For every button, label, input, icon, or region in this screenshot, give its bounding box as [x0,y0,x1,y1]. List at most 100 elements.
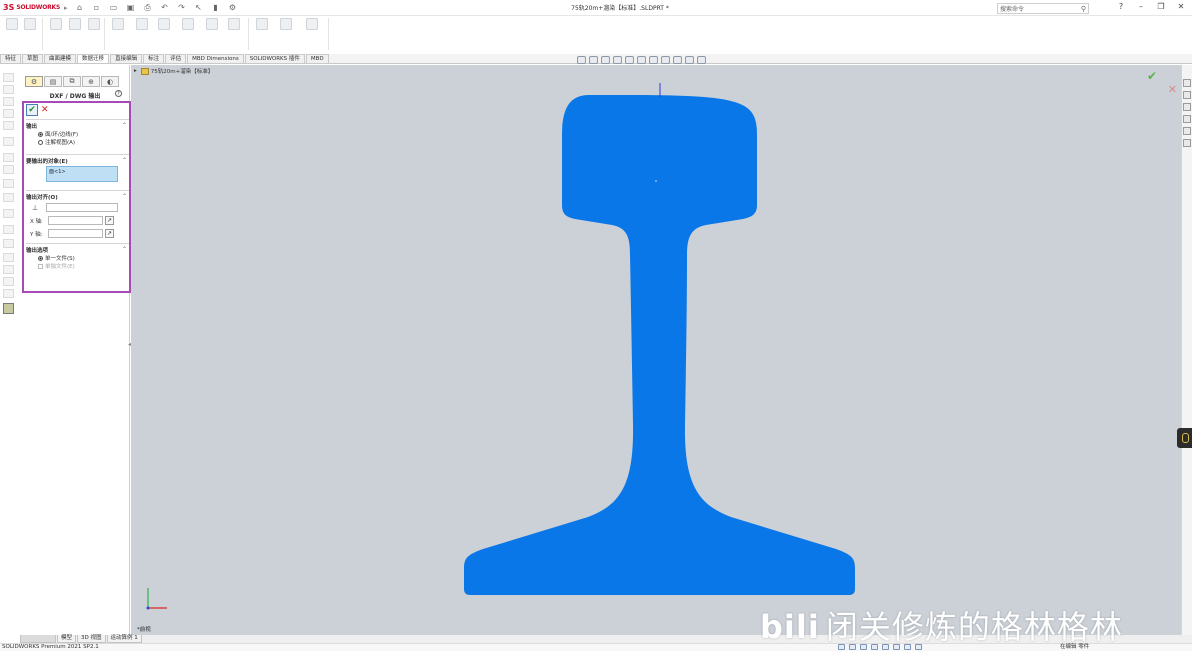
strip-tool-icon[interactable] [3,179,14,188]
command-button[interactable] [86,18,102,30]
tab-6[interactable]: 评估 [165,54,187,63]
search-commands-input[interactable]: 搜索命令 ⚲ [997,3,1089,14]
reverse-y-icon[interactable]: ↗ [105,229,114,238]
rebuild-icon[interactable]: ▮ [210,3,222,12]
strip-tool-icon[interactable] [3,239,14,248]
x-axis-field[interactable] [48,216,103,225]
home-icon[interactable]: ⌂ [74,3,86,12]
tab-3d-views[interactable]: 3D 视图 [77,635,106,643]
tab-3[interactable]: 数据迁移 [77,54,110,63]
file-explorer-icon[interactable] [1183,103,1191,111]
collapse-icon[interactable]: ⌃ [122,157,127,164]
output-option-faces[interactable]: 面/环/边线(F) [38,130,129,138]
tab-1[interactable]: 草图 [22,54,44,63]
restore-icon[interactable]: ❐ [1156,2,1166,11]
mouse-gesture-handle[interactable] [1177,428,1192,448]
command-button[interactable] [48,18,64,30]
open-icon[interactable]: ▭ [108,3,120,12]
apply-scene-icon[interactable] [673,56,682,64]
display-manager-tab[interactable]: ◐ [101,76,119,87]
confirm-cancel-icon[interactable]: ✕ [1168,83,1177,96]
strip-tool-icon[interactable] [3,193,14,202]
strip-tool-icon[interactable] [3,225,14,234]
solidworks-logo[interactable]: 3S SOLIDWORKS [0,3,64,12]
collapse-icon[interactable]: ⌃ [122,193,127,200]
output-option-annotation-view[interactable]: 注解视图(A) [38,138,129,146]
new-icon[interactable]: ▫ [91,3,103,12]
strip-tool-icon[interactable] [3,121,14,130]
edit-appearance-icon[interactable] [661,56,670,64]
strip-tool-icon[interactable] [3,165,14,174]
strip-tool-icon[interactable] [3,97,14,106]
appearances-icon[interactable] [1183,127,1191,135]
radio-faces[interactable] [38,131,43,137]
save-icon[interactable]: ▣ [125,3,137,12]
command-button[interactable] [67,18,83,30]
zoom-area-icon[interactable] [589,56,598,64]
y-axis-field[interactable] [48,229,103,238]
strip-tool-icon[interactable] [3,253,14,262]
origin-field[interactable] [46,203,118,212]
graphics-area[interactable]: ▸ 75轨20m+溜染【标准】 ✔ ✕ *前视 [131,56,1181,635]
minimize-icon[interactable]: – [1136,2,1146,11]
dimxpert-tab[interactable]: ⊕ [82,76,100,87]
print-icon[interactable]: ⎙ [142,3,154,13]
command-button[interactable] [110,18,126,30]
strip-tool-icon[interactable] [3,265,14,274]
tab-0[interactable]: 特征 [0,54,22,63]
entities-selection-box[interactable]: 面<1> [46,166,118,182]
checkbox-separate-files[interactable] [38,263,43,269]
strip-tool-icon[interactable] [3,137,14,146]
tab-9[interactable]: MBD [305,54,329,63]
solidworks-resources-icon[interactable] [1183,79,1191,87]
section-view-icon[interactable] [613,56,622,64]
command-button[interactable] [204,18,220,30]
active-tool-icon[interactable] [3,303,14,314]
tab-2[interactable]: 曲面建模 [44,54,77,63]
tab-scroll-controls[interactable] [20,635,56,643]
confirm-ok-icon[interactable]: ✔ [1147,69,1157,83]
hide-show-icon[interactable] [649,56,658,64]
collapse-icon[interactable]: ⌃ [122,122,127,129]
close-icon[interactable]: ✕ [1176,2,1186,11]
menu-expand-icon[interactable]: ▸ [64,4,68,12]
command-button[interactable] [304,18,320,30]
view-orientation-icon[interactable] [625,56,634,64]
collapse-icon[interactable]: ⌃ [122,246,127,253]
display-style-icon[interactable] [637,56,646,64]
cancel-button[interactable]: ✕ [41,104,49,116]
strip-tool-icon[interactable] [3,73,14,82]
strip-tool-icon[interactable] [3,289,14,298]
search-icon[interactable]: ⚲ [1081,5,1086,13]
property-manager-tab[interactable]: ▤ [44,76,62,87]
redo-icon[interactable]: ↷ [176,3,188,12]
previous-view-icon[interactable] [601,56,610,64]
command-button[interactable] [226,18,242,30]
tab-model[interactable]: 模型 [57,635,77,643]
strip-tool-icon[interactable] [3,209,14,218]
tab-7[interactable]: MBD Dimensions [187,54,244,63]
help-icon[interactable]: ? [115,90,122,97]
strip-tool-icon[interactable] [3,277,14,286]
tab-4[interactable]: 直接编辑 [110,54,143,63]
feature-manager-tab[interactable]: ⚙ [25,76,43,87]
tab-motion-study[interactable]: 运动算例 1 [106,635,142,643]
zoom-to-fit-icon[interactable] [577,56,586,64]
separate-files-option[interactable]: 单独文件(E) [38,262,129,270]
select-icon[interactable]: ↖ [193,3,205,12]
options-icon[interactable]: ⚙ [227,3,239,12]
undo-icon[interactable]: ↶ [159,3,171,12]
single-file-option[interactable]: 单一文件(S) [38,254,129,262]
tab-8[interactable]: SOLIDWORKS 插件 [244,54,305,63]
ok-button[interactable]: ✔ [26,104,38,116]
custom-properties-icon[interactable] [1183,139,1191,147]
view-palette-icon[interactable] [1183,115,1191,123]
radio-annotation-view[interactable] [38,139,43,145]
strip-tool-icon[interactable] [3,109,14,118]
strip-tool-icon[interactable] [3,153,14,162]
command-button[interactable] [278,18,294,30]
configuration-manager-tab[interactable]: ⧉ [63,76,81,87]
command-button[interactable] [180,18,196,30]
tab-5[interactable]: 标注 [143,54,165,63]
command-button[interactable] [22,18,38,30]
